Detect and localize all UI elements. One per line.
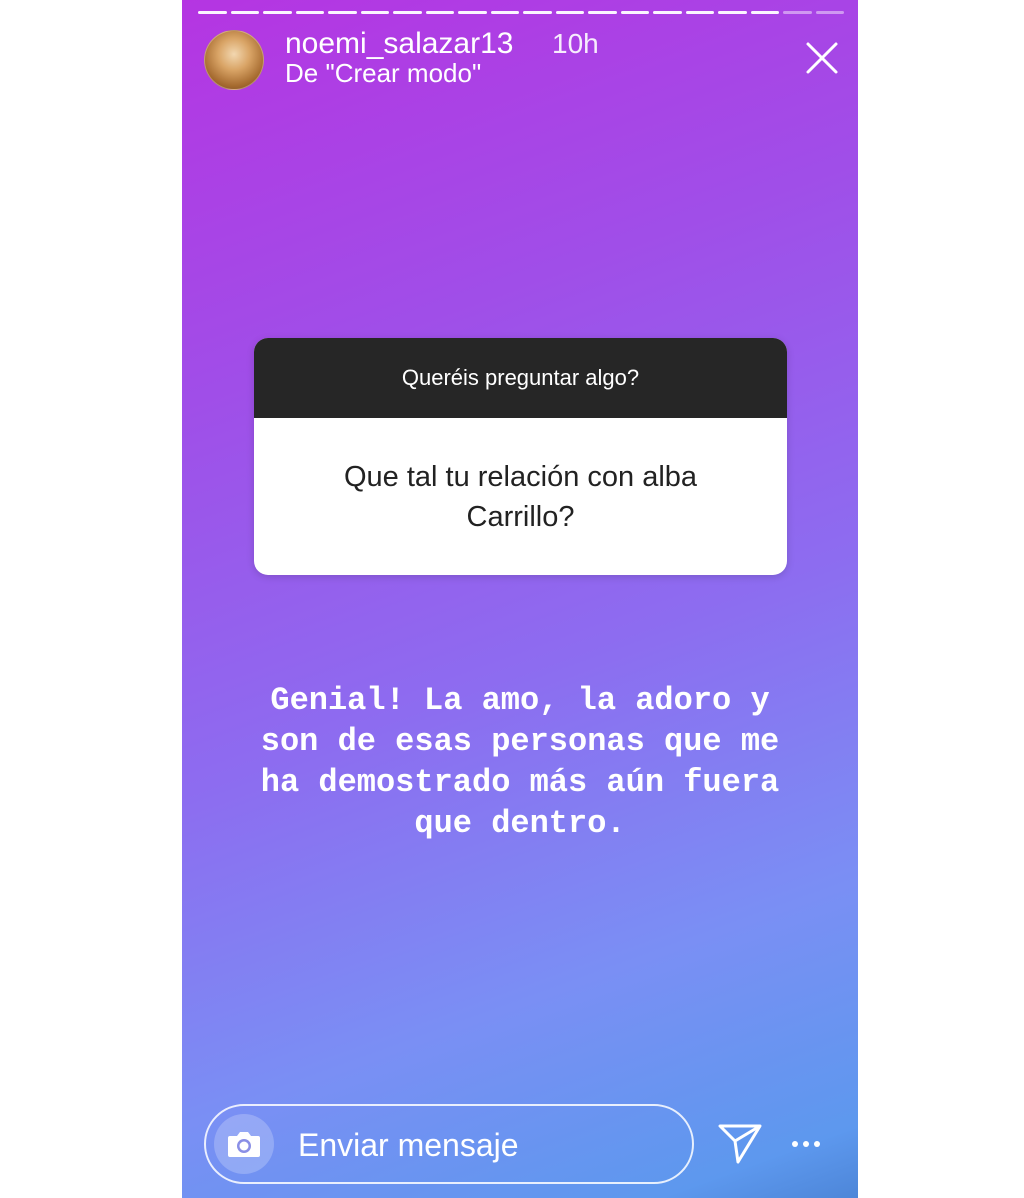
send-icon[interactable] (716, 1120, 764, 1168)
progress-segment (328, 11, 357, 14)
story-caption: Genial! La amo, la adoro y son de esas p… (260, 682, 780, 842)
question-text: Que tal tu relación con alba Carrillo? (343, 460, 698, 533)
progress-segment (653, 11, 682, 14)
progress-segment (620, 11, 649, 14)
progress-segment (295, 11, 324, 14)
progress-segment (230, 11, 259, 14)
story-viewer[interactable]: noemi_salazar13 10h De "Crear modo" Quer… (182, 0, 858, 1198)
progress-segment (198, 11, 227, 14)
avatar[interactable] (204, 30, 264, 90)
progress-segment (458, 11, 487, 14)
progress-segment (490, 11, 519, 14)
message-placeholder: Enviar mensaje (298, 1127, 519, 1163)
camera-icon[interactable] (214, 1114, 274, 1174)
question-sticker[interactable]: Queréis preguntar algo? Que tal tu relac… (254, 338, 787, 575)
more-icon[interactable] (786, 1126, 826, 1162)
progress-segment (523, 11, 552, 14)
progress-segment (393, 11, 422, 14)
progress-segment (360, 11, 389, 14)
close-icon[interactable] (802, 38, 842, 78)
story-source[interactable]: De "Crear modo" (285, 57, 481, 89)
progress-segment (263, 11, 292, 14)
progress-segment (718, 11, 747, 14)
progress-segment (750, 11, 779, 14)
message-input[interactable]: Enviar mensaje (204, 1104, 694, 1184)
progress-segment (425, 11, 454, 14)
post-time: 10h (552, 28, 599, 59)
progress-segment (815, 11, 844, 14)
question-prompt: Queréis preguntar algo? (254, 338, 787, 418)
story-progress-bar (198, 11, 844, 15)
progress-segment (685, 11, 714, 14)
progress-segment (555, 11, 584, 14)
progress-segment (783, 11, 812, 14)
progress-segment (588, 11, 617, 14)
